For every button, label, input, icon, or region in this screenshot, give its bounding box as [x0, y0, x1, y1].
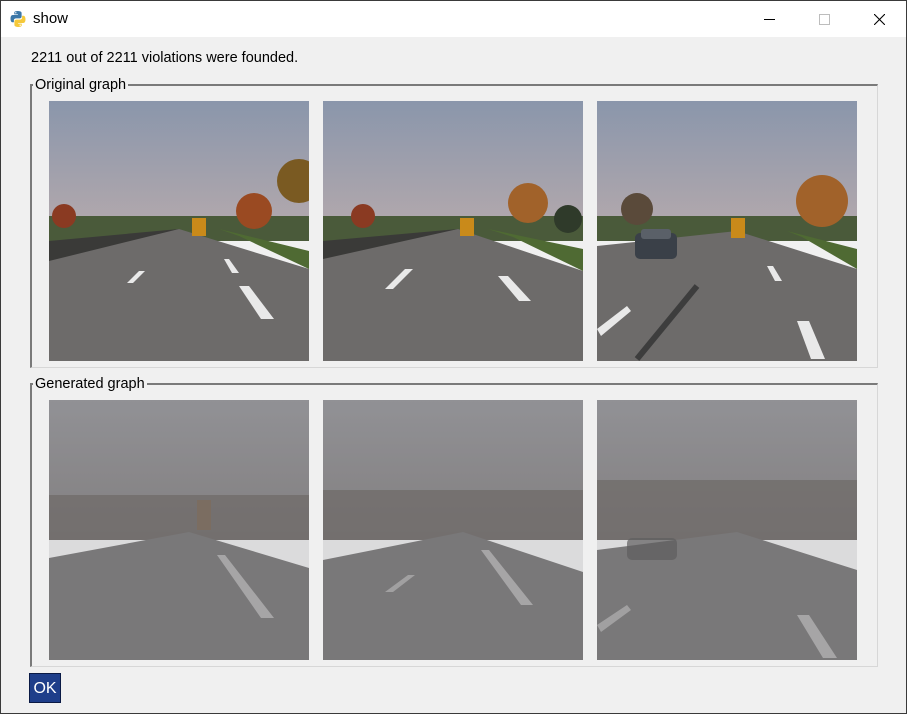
window-title: show	[33, 10, 69, 27]
title-bar[interactable]: show	[1, 1, 906, 37]
close-button[interactable]	[856, 1, 902, 37]
minimize-button[interactable]	[746, 1, 792, 37]
original-graph-legend: Original graph	[35, 77, 127, 93]
maximize-icon	[819, 14, 830, 25]
original-image-1	[49, 101, 309, 361]
generated-image-1	[49, 400, 309, 660]
python-icon	[10, 11, 26, 27]
generated-graph-legend: Generated graph	[35, 376, 145, 392]
minimize-icon	[764, 19, 775, 20]
show-window: show 2211 out of 2211 violations were fo…	[0, 0, 907, 714]
maximize-button[interactable]	[801, 1, 847, 37]
ok-button[interactable]: OK	[29, 673, 61, 703]
generated-image-2	[323, 400, 583, 660]
original-image-3	[597, 101, 857, 361]
status-message: 2211 out of 2211 violations were founded…	[31, 50, 299, 66]
close-icon	[874, 14, 885, 25]
original-image-2	[323, 101, 583, 361]
generated-image-3	[597, 400, 857, 660]
